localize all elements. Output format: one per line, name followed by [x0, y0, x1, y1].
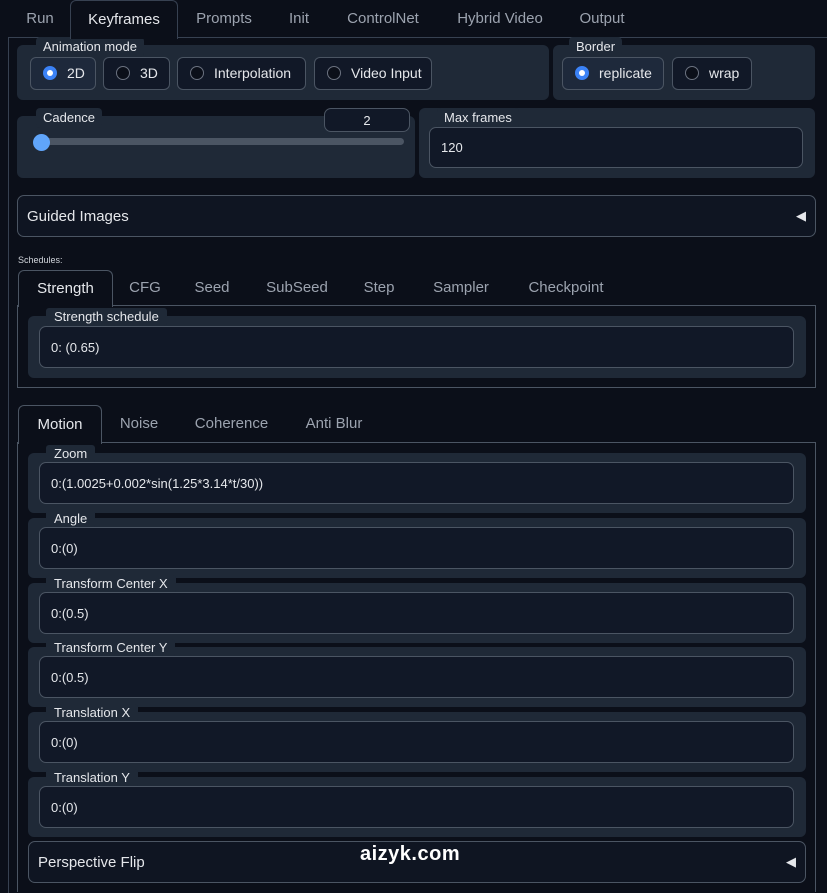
tab-seed[interactable]: Seed	[189, 270, 235, 306]
tab-subseed[interactable]: SubSeed	[259, 270, 335, 306]
collapse-arrow-icon: ◀	[786, 854, 796, 869]
tab-prompts[interactable]: Prompts	[185, 0, 263, 38]
translation-y-input[interactable]: 0:(0)	[39, 786, 794, 828]
angle-input[interactable]: 0:(0)	[39, 527, 794, 569]
strength-schedule-input[interactable]: 0: (0.65)	[39, 326, 794, 368]
transform-center-x-label: Transform Center X	[46, 575, 176, 593]
angle-label: Angle	[46, 510, 96, 528]
cadence-label: Cadence	[36, 108, 103, 128]
max-frames-input[interactable]: 120	[429, 127, 803, 168]
tab-run[interactable]: Run	[17, 0, 63, 38]
tab-controlnet[interactable]: ControlNet	[336, 0, 430, 38]
border-replicate-radio[interactable]: replicate	[562, 57, 664, 90]
transform-center-x-input[interactable]: 0:(0.5)	[39, 592, 794, 634]
schedules-caption: Schedules:	[18, 255, 63, 265]
cadence-slider-handle[interactable]	[33, 134, 50, 151]
max-frames-label: Max frames	[437, 108, 519, 128]
tab-hybrid-video[interactable]: Hybrid Video	[446, 0, 554, 38]
cadence-number-input[interactable]: 2	[324, 108, 410, 132]
radio-checked-icon	[575, 66, 589, 80]
tab-init[interactable]: Init	[278, 0, 320, 38]
tab-noise[interactable]: Noise	[113, 406, 165, 442]
radio-unchecked-icon	[190, 66, 204, 80]
perspective-flip-label: Perspective Flip	[38, 853, 145, 871]
tab-strength[interactable]: Strength	[18, 270, 113, 307]
watermark-text: aizyk.com	[360, 843, 461, 865]
guided-images-label: Guided Images	[27, 207, 129, 225]
border-wrap-radio[interactable]: wrap	[672, 57, 752, 90]
transform-center-y-label: Transform Center Y	[46, 639, 176, 657]
tab-motion[interactable]: Motion	[18, 405, 102, 444]
strength-schedule-label: Strength schedule	[46, 308, 167, 326]
border-label: Border	[569, 37, 623, 57]
transform-center-y-input[interactable]: 0:(0.5)	[39, 656, 794, 698]
animation-mode-3d-radio[interactable]: 3D	[103, 57, 170, 90]
cadence-slider-track[interactable]	[36, 138, 404, 145]
radio-unchecked-icon	[685, 66, 699, 80]
tab-output[interactable]: Output	[568, 0, 636, 38]
tab-sampler[interactable]: Sampler	[424, 270, 498, 306]
animation-mode-label: Animation mode	[36, 37, 144, 57]
animation-mode-video-input-radio[interactable]: Video Input	[314, 57, 432, 90]
zoom-input[interactable]: 0:(1.0025+0.002*sin(1.25*3.14*t/30))	[39, 462, 794, 504]
radio-checked-icon	[43, 66, 57, 80]
animation-mode-2d-radio[interactable]: 2D	[30, 57, 96, 90]
translation-x-input[interactable]: 0:(0)	[39, 721, 794, 763]
guided-images-accordion[interactable]: Guided Images ◀	[17, 195, 816, 237]
radio-unchecked-icon	[116, 66, 130, 80]
tab-checkpoint[interactable]: Checkpoint	[520, 270, 612, 306]
animation-mode-interpolation-radio[interactable]: Interpolation	[177, 57, 306, 90]
translation-x-label: Translation X	[46, 704, 139, 722]
tab-keyframes[interactable]: Keyframes	[70, 0, 178, 39]
tab-anti-blur[interactable]: Anti Blur	[298, 406, 370, 442]
zoom-label: Zoom	[46, 445, 96, 463]
radio-unchecked-icon	[327, 66, 341, 80]
tab-step[interactable]: Step	[357, 270, 401, 306]
tab-coherence[interactable]: Coherence	[188, 406, 275, 442]
translation-y-label: Translation Y	[46, 769, 138, 787]
tab-cfg[interactable]: CFG	[124, 270, 166, 306]
collapse-arrow-icon: ◀	[796, 208, 806, 223]
